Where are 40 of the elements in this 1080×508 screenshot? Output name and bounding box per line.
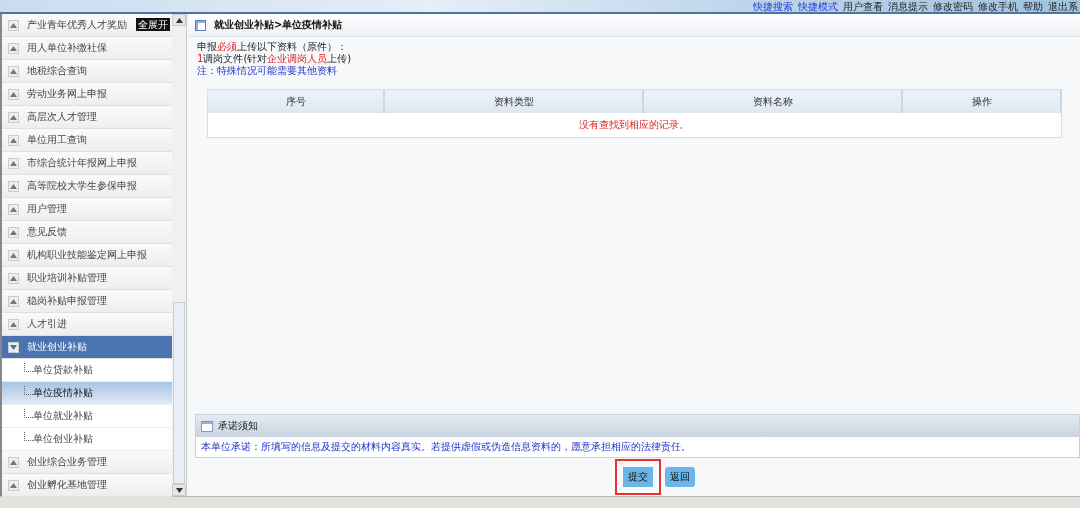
submenu-item[interactable]: 单位疫情补贴 bbox=[2, 382, 173, 405]
submit-button[interactable]: 提交 bbox=[614, 459, 661, 495]
requirement-text: 注：特殊情况可能需要其他资料 bbox=[197, 65, 338, 77]
header-link[interactable]: 快捷模式 bbox=[798, 0, 838, 12]
menu-item[interactable]: 用人单位补缴社保 bbox=[2, 37, 173, 60]
notice-title: 承诺须知 bbox=[218, 419, 258, 433]
column-header: 操作 bbox=[902, 89, 1061, 113]
page-title: 就业创业补贴>单位疫情补贴 bbox=[214, 18, 343, 32]
menu-item[interactable]: 创业孵化基地管理 bbox=[2, 474, 173, 497]
menu-item[interactable]: 稳岗补贴申报管理 bbox=[2, 290, 173, 313]
column-header: 序号 bbox=[207, 89, 384, 113]
column-header: 资料名称 bbox=[643, 89, 902, 113]
header-link[interactable]: 快捷搜索 bbox=[753, 0, 793, 12]
column-header: 资料类型 bbox=[384, 89, 643, 113]
menu-item[interactable]: 机构职业技能鉴定网上申报 bbox=[2, 244, 173, 267]
menu-item[interactable]: 人才引进 bbox=[2, 313, 173, 336]
menu-item[interactable]: 地税综合查询 bbox=[2, 60, 173, 83]
menu-item[interactable]: 高层次人才管理 bbox=[2, 106, 173, 129]
menu-item[interactable]: 产业青年优秀人才奖励 全展开 bbox=[2, 14, 173, 37]
notice-text: 本单位承诺：所填写的信息及提交的材料内容真实。若提供虚假或伪造信息资料的，愿意承担相应的法律责任。 bbox=[200, 440, 692, 454]
menu-item[interactable]: 用户管理 bbox=[2, 198, 173, 221]
menu-item[interactable]: 就业创业补贴 bbox=[2, 336, 173, 359]
back-button[interactable]: 返回 bbox=[664, 467, 695, 487]
menu-item[interactable]: 创业综合业务管理 bbox=[2, 451, 173, 474]
header-link[interactable]: 消息提示 bbox=[888, 0, 928, 12]
header-link[interactable]: 帮助 bbox=[1023, 0, 1043, 12]
header-link[interactable]: 退出系 bbox=[1048, 0, 1078, 12]
empty-message: 没有查找到相应的记录。 bbox=[207, 113, 1061, 138]
menu-item[interactable]: 劳动业务网上申报 bbox=[2, 83, 173, 106]
expand-all-button[interactable]: 全展开 bbox=[136, 18, 171, 31]
header-link[interactable]: 修改手机 bbox=[978, 0, 1018, 12]
menu-item[interactable]: 意见反馈 bbox=[2, 221, 173, 244]
menu-item[interactable]: 高等院校大学生参保申报 bbox=[2, 175, 173, 198]
menu-item[interactable]: 单位用工查询 bbox=[2, 129, 173, 152]
requirement-text: 1调岗文件(针对企业调岗人员上传) bbox=[197, 53, 353, 65]
menu-item[interactable]: 职业培训补贴管理 bbox=[2, 267, 173, 290]
header-link[interactable]: 修改密码 bbox=[933, 0, 973, 12]
header-link[interactable]: 用户查看 bbox=[843, 0, 883, 12]
requirement-text: 申报必须上传以下资料（原件）： bbox=[197, 41, 348, 53]
menu-item[interactable]: 市综合统计年报网上申报 bbox=[2, 152, 173, 175]
